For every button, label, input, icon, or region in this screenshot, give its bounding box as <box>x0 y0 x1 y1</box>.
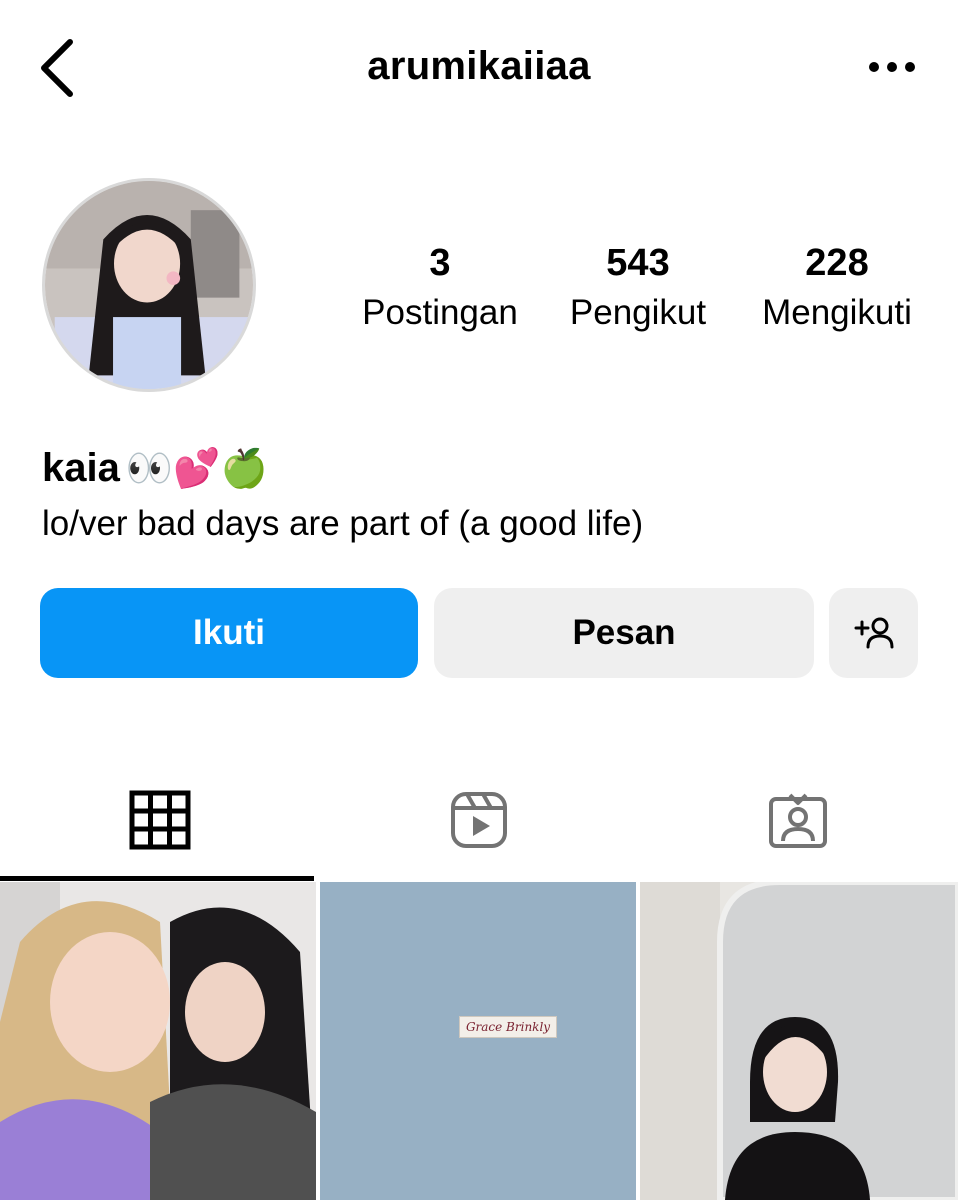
post-thumbnail-1[interactable] <box>0 882 316 1200</box>
avatar-image <box>45 181 253 389</box>
more-options-button[interactable] <box>862 54 922 80</box>
post-1-image <box>0 882 316 1200</box>
more-horizontal-icon <box>869 62 915 72</box>
post-thumbnail-3[interactable] <box>640 882 958 1200</box>
profile-header: arumikaiiaa <box>0 0 958 135</box>
post-3-image <box>640 882 958 1200</box>
post-thumbnail-2[interactable]: Grace Brinkly <box>320 882 636 1200</box>
stat-following-label: Mengikuti <box>762 293 912 332</box>
stat-following-count: 228 <box>805 242 869 284</box>
post-2-image <box>320 882 636 1200</box>
message-button[interactable]: Pesan <box>434 588 814 678</box>
stat-followers-count: 543 <box>606 242 670 284</box>
stat-followers-label: Pengikut <box>569 293 707 332</box>
active-tab-indicator <box>0 876 314 881</box>
profile-avatar[interactable] <box>42 178 256 392</box>
display-name-text: kaia <box>42 445 120 490</box>
profile-display-name: kaia 👀💕🍏 <box>42 440 268 496</box>
post-2-caption-label: Grace Brinkly <box>459 1016 557 1038</box>
stat-posts-label: Postingan <box>362 293 518 332</box>
profile-bio: lo/ver bad days are part of (a good life… <box>42 504 644 543</box>
suggest-people-button[interactable] <box>829 588 918 678</box>
stat-posts-count: 3 <box>429 242 451 284</box>
display-name-emojis: 👀💕🍏 <box>125 445 268 490</box>
stat-posts[interactable]: 3 Postingan <box>340 240 540 338</box>
add-person-icon <box>854 617 893 649</box>
grid-icon <box>129 790 190 850</box>
tagged-icon <box>768 793 827 848</box>
tab-tagged[interactable] <box>638 760 957 880</box>
follow-button[interactable]: Ikuti <box>40 588 418 678</box>
tab-posts-grid[interactable] <box>0 760 319 880</box>
profile-username: arumikaiiaa <box>367 44 591 88</box>
tab-reels[interactable] <box>319 760 638 880</box>
stat-followers[interactable]: 543 Pengikut <box>538 240 738 338</box>
stat-following[interactable]: 228 Mengikuti <box>737 240 937 338</box>
reels-icon <box>450 792 507 848</box>
